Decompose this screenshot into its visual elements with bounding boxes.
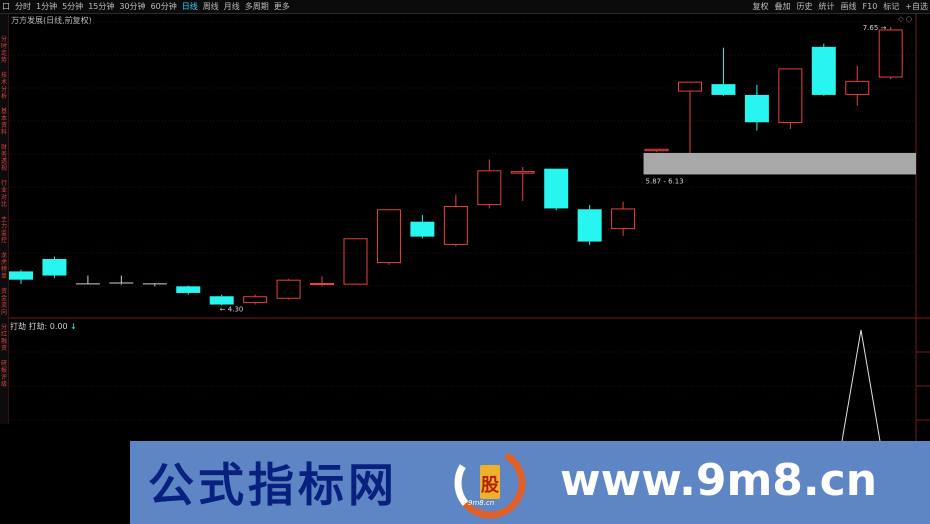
candle-25 bbox=[845, 65, 870, 106]
watermark-banner: 公式指标网 股 9m8.cn www.9m8.cn bbox=[130, 441, 930, 524]
candle-8 bbox=[276, 278, 301, 300]
candle-body bbox=[376, 209, 401, 264]
price-zone-band bbox=[643, 152, 916, 175]
candle-body bbox=[443, 205, 468, 245]
candle-body bbox=[510, 171, 535, 174]
candle-body bbox=[878, 29, 903, 78]
indicator-title: 打劫 打劫: 0.00 ↓ bbox=[10, 321, 77, 332]
candle-26 bbox=[878, 26, 903, 80]
candle-body bbox=[42, 258, 67, 276]
candle-16 bbox=[544, 168, 569, 211]
candle-body bbox=[209, 296, 234, 305]
zone-label: 5.87 - 6.13 bbox=[646, 177, 684, 185]
candle-body bbox=[811, 46, 836, 95]
candle-body bbox=[711, 84, 736, 95]
banner-chinese-text: 公式指标网 bbox=[148, 458, 398, 512]
low-price-label: ← 4.30 bbox=[220, 305, 244, 313]
candle-1 bbox=[42, 256, 67, 279]
candle-11 bbox=[376, 209, 401, 265]
candle-14 bbox=[477, 159, 502, 209]
candle-body bbox=[410, 221, 435, 237]
candle-23 bbox=[778, 68, 803, 129]
candle-15 bbox=[510, 167, 535, 201]
candle-body bbox=[577, 209, 602, 242]
candle-body bbox=[176, 286, 201, 293]
chart-grid bbox=[9, 14, 930, 441]
candle-body bbox=[778, 68, 803, 124]
candle-body bbox=[343, 238, 368, 285]
candle-24 bbox=[811, 43, 836, 96]
candle-5 bbox=[176, 285, 201, 295]
logo-char: 股 bbox=[480, 475, 500, 496]
candle-body bbox=[276, 279, 301, 299]
candle-body bbox=[744, 94, 769, 123]
candle-22 bbox=[744, 84, 769, 131]
candle-7 bbox=[243, 294, 268, 305]
candle-body bbox=[544, 168, 569, 209]
candle-19 bbox=[644, 148, 669, 153]
candle-9 bbox=[310, 276, 335, 287]
banner-url-text: www.9m8.cn bbox=[560, 455, 878, 506]
candle-18 bbox=[611, 201, 636, 236]
candle-body bbox=[243, 296, 268, 303]
candle-0 bbox=[9, 269, 33, 284]
logo-caption: 9m8.cn bbox=[468, 499, 495, 507]
candle-10 bbox=[343, 238, 368, 285]
candle-21 bbox=[711, 47, 736, 96]
candle-body bbox=[678, 81, 702, 92]
price-zone bbox=[643, 152, 916, 175]
candle-3 bbox=[109, 275, 134, 285]
trading-app: 口分时 1分钟 5分钟 15分钟 30分钟 60分钟 日线 周线 月线 多周期 更多 复权 叠加 历史统… bbox=[0, 0, 930, 524]
candle-body bbox=[611, 208, 636, 230]
candle-body bbox=[477, 170, 502, 206]
site-logo-icon: 股 bbox=[454, 447, 526, 519]
candle-6 bbox=[209, 294, 234, 306]
candle-4 bbox=[142, 283, 167, 287]
indicator-label: 打劫 打劫: 0.00 bbox=[10, 322, 68, 331]
candle-12 bbox=[410, 215, 435, 239]
down-arrow-icon: ↓ bbox=[70, 322, 77, 331]
candle-body bbox=[310, 283, 335, 285]
candle-body bbox=[644, 148, 669, 152]
candle-2 bbox=[75, 275, 100, 285]
candle-17 bbox=[577, 205, 602, 245]
high-price-label: 7.65 → bbox=[863, 24, 887, 32]
candle-body bbox=[9, 271, 33, 280]
